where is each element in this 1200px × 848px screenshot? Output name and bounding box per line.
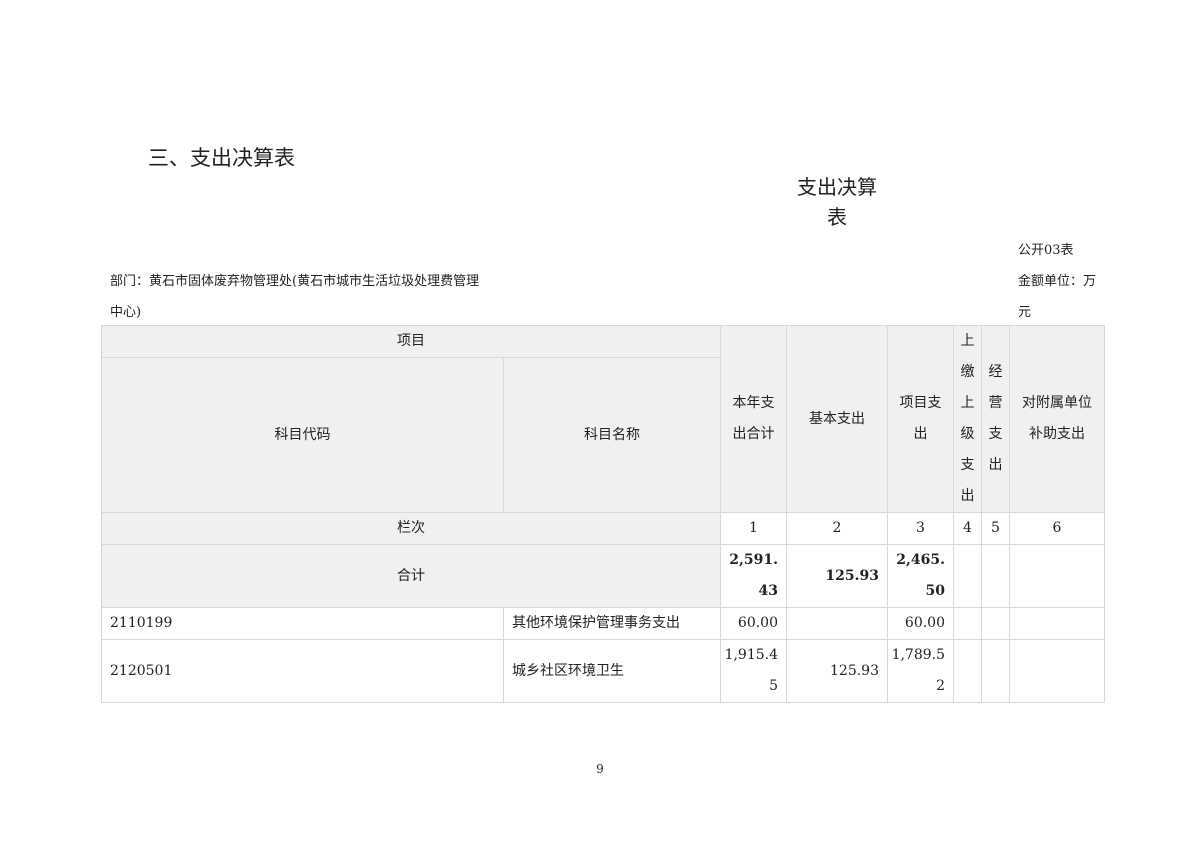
row-subsidy xyxy=(1009,639,1105,703)
row-upper xyxy=(953,639,982,703)
row-name: 其他环境保护管理事务支出 xyxy=(503,607,721,640)
section-title: 三、支出决算表 xyxy=(148,146,295,170)
total-row-label: 合计 xyxy=(101,544,721,608)
header-subsidy: 对附属单位补助支出 xyxy=(1009,325,1105,513)
total-operating xyxy=(981,544,1010,608)
total-project: 2,465.50 xyxy=(887,544,954,608)
row-total: 60.00 xyxy=(720,607,787,640)
column-number: 4 xyxy=(953,512,982,545)
table-title-line1: 支出决算 xyxy=(797,175,877,199)
header-item: 项目 xyxy=(101,325,721,358)
table-row: 2110199 其他环境保护管理事务支出 60.00 60.00 xyxy=(101,607,1105,640)
header-project: 项目支出 xyxy=(887,325,954,513)
department-label: 部门：黄石市固体废弃物管理处(黄石市城市生活垃圾处理费管理中心) xyxy=(110,274,480,320)
column-number: 1 xyxy=(720,512,787,545)
header-total: 本年支出合计 xyxy=(720,325,787,513)
row-basic: 125.93 xyxy=(786,639,888,703)
row-project: 60.00 xyxy=(887,607,954,640)
page-number: 9 xyxy=(596,762,604,776)
row-upper xyxy=(953,607,982,640)
total-amount: 2,591.43 xyxy=(720,544,787,608)
row-operating xyxy=(981,607,1010,640)
row-project: 1,789.52 xyxy=(887,639,954,703)
row-name: 城乡社区环境卫生 xyxy=(503,639,721,703)
header-subject-code: 科目代码 xyxy=(101,357,504,513)
row-code: 2110199 xyxy=(101,607,504,640)
header-basic: 基本支出 xyxy=(786,325,888,513)
header-upper: 上缴上级支出 xyxy=(953,325,982,513)
total-subsidy xyxy=(1009,544,1105,608)
column-number: 2 xyxy=(786,512,888,545)
total-upper xyxy=(953,544,982,608)
row-subsidy xyxy=(1009,607,1105,640)
row-basic xyxy=(786,607,888,640)
expenditure-table: 项目 本年支出合计 基本支出 项目支出 上缴上级支出 经营支出 对附属单位补助支… xyxy=(101,325,1105,703)
table-title: 支出决算 表 xyxy=(790,172,884,232)
header-operating: 经营支出 xyxy=(981,325,1010,513)
table-row: 2120501 城乡社区环境卫生 1,915.45 125.93 1,789.5… xyxy=(101,639,1105,703)
column-row-label: 栏次 xyxy=(101,512,721,545)
table-code: 公开03表 xyxy=(1018,243,1074,258)
column-number: 3 xyxy=(887,512,954,545)
total-basic: 125.93 xyxy=(786,544,888,608)
unit-label: 金额单位：万元 xyxy=(1018,274,1097,320)
table-title-line2: 表 xyxy=(827,205,847,229)
column-number: 6 xyxy=(1009,512,1105,545)
row-operating xyxy=(981,639,1010,703)
row-total: 1,915.45 xyxy=(720,639,787,703)
column-number: 5 xyxy=(981,512,1010,545)
header-subject-name: 科目名称 xyxy=(503,357,721,513)
row-code: 2120501 xyxy=(101,639,504,703)
